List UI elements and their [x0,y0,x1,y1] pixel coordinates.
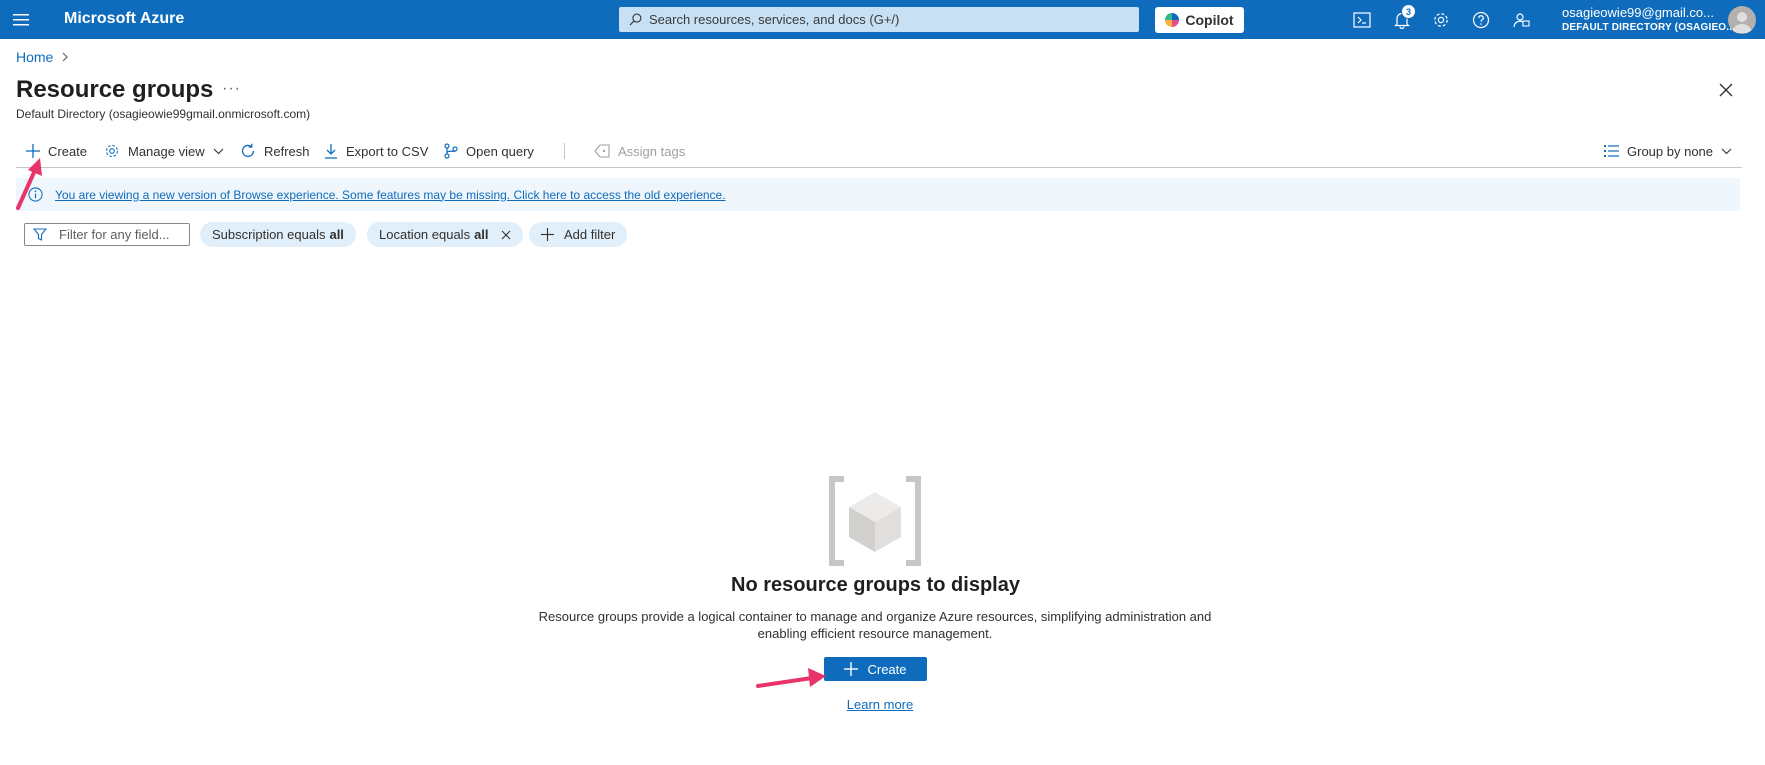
refresh-label: Refresh [264,143,310,159]
gear-icon [105,144,119,158]
help-icon[interactable] [1469,8,1493,32]
account-info[interactable]: osagieowie99@gmail.co... DEFAULT DIRECTO… [1562,5,1735,34]
copilot-label: Copilot [1185,12,1234,28]
learn-more-link[interactable]: Learn more [847,697,913,712]
assign-tags-label: Assign tags [618,143,686,159]
export-csv-button[interactable]: Export to CSV [324,139,428,163]
account-directory: DEFAULT DIRECTORY (OSAGIEO... [1562,22,1736,33]
tag-icon [594,144,610,158]
chevron-down-icon [213,148,223,154]
old-experience-link[interactable]: You are viewing a new version of Browse … [55,188,726,202]
annotation-arrow-icon [16,158,42,210]
menu-icon[interactable] [10,9,32,31]
page-title: Resource groups [16,76,214,103]
more-options-icon[interactable]: ··· [222,80,241,98]
copilot-icon [1165,13,1180,27]
empty-state-create-label: Create [867,661,907,677]
plus-icon [541,228,554,241]
query-icon [444,143,458,159]
chevron-down-icon [1721,148,1732,154]
filter-icon [33,228,47,241]
annotation-arrow-icon [756,668,826,688]
notifications-badge: 3 [1401,4,1416,19]
refresh-button[interactable]: Refresh [240,139,310,163]
subscription-filter-pill[interactable]: Subscription equals all [200,222,356,247]
search-icon [629,13,642,26]
account-email: osagieowie99@gmail.co... [1562,5,1714,20]
group-by-label: Group by none [1627,143,1714,159]
create-label: Create [48,143,88,159]
remove-filter-close-icon[interactable] [501,230,511,240]
global-search-input[interactable]: Search resources, services, and docs (G+… [619,7,1139,32]
add-filter-button[interactable]: Add filter [529,222,628,247]
filter-input[interactable]: Filter for any field... [24,223,190,246]
location-filter-label: Location equals [379,227,471,242]
close-icon[interactable] [1716,80,1736,100]
location-filter-value: all [474,227,489,242]
open-query-button[interactable]: Open query [444,139,534,163]
empty-resource-group-icon [826,476,924,566]
empty-state-title: No resource groups to display [731,574,1020,596]
add-filter-label: Add filter [564,227,616,242]
location-filter-pill[interactable]: Location equals all [367,222,523,247]
top-bar: Microsoft Azure Search resources, servic… [0,0,1765,39]
toolbar-divider [564,143,565,159]
download-icon [325,144,337,159]
open-query-label: Open query [466,143,534,159]
export-csv-label: Export to CSV [346,143,429,159]
feedback-icon[interactable] [1509,8,1533,32]
list-icon [1604,145,1619,157]
breadcrumb-home-link[interactable]: Home [16,49,53,65]
manage-view-button[interactable]: Manage view [104,139,224,163]
subscription-filter-value: all [329,227,344,242]
plus-icon [844,662,859,676]
manage-view-label: Manage view [128,143,205,159]
breadcrumb: Home [16,49,69,65]
learn-more-container: Learn more [0,697,1760,712]
cloud-shell-icon[interactable] [1350,8,1374,32]
group-by-button[interactable]: Group by none [1604,139,1732,163]
chevron-right-icon [62,52,69,62]
copilot-button[interactable]: Copilot [1155,7,1244,33]
empty-state-description: Resource groups provide a logical contai… [538,609,1212,641]
empty-state-create-button[interactable]: Create [824,657,927,681]
info-banner: You are viewing a new version of Browse … [16,178,1740,211]
page-subtitle: Default Directory (osagieowie99gmail.onm… [16,107,311,121]
search-placeholder: Search resources, services, and docs (G+… [649,12,900,27]
avatar[interactable] [1728,6,1756,34]
refresh-icon [241,143,255,158]
subscription-filter-label: Subscription equals [212,227,326,242]
settings-gear-icon[interactable] [1429,8,1453,32]
assign-tags-button[interactable]: Assign tags [594,139,685,163]
command-bar: Create Manage view Refresh Export to CSV… [16,137,1742,168]
filter-placeholder: Filter for any field... [59,227,170,242]
brand-title[interactable]: Microsoft Azure [64,10,184,28]
